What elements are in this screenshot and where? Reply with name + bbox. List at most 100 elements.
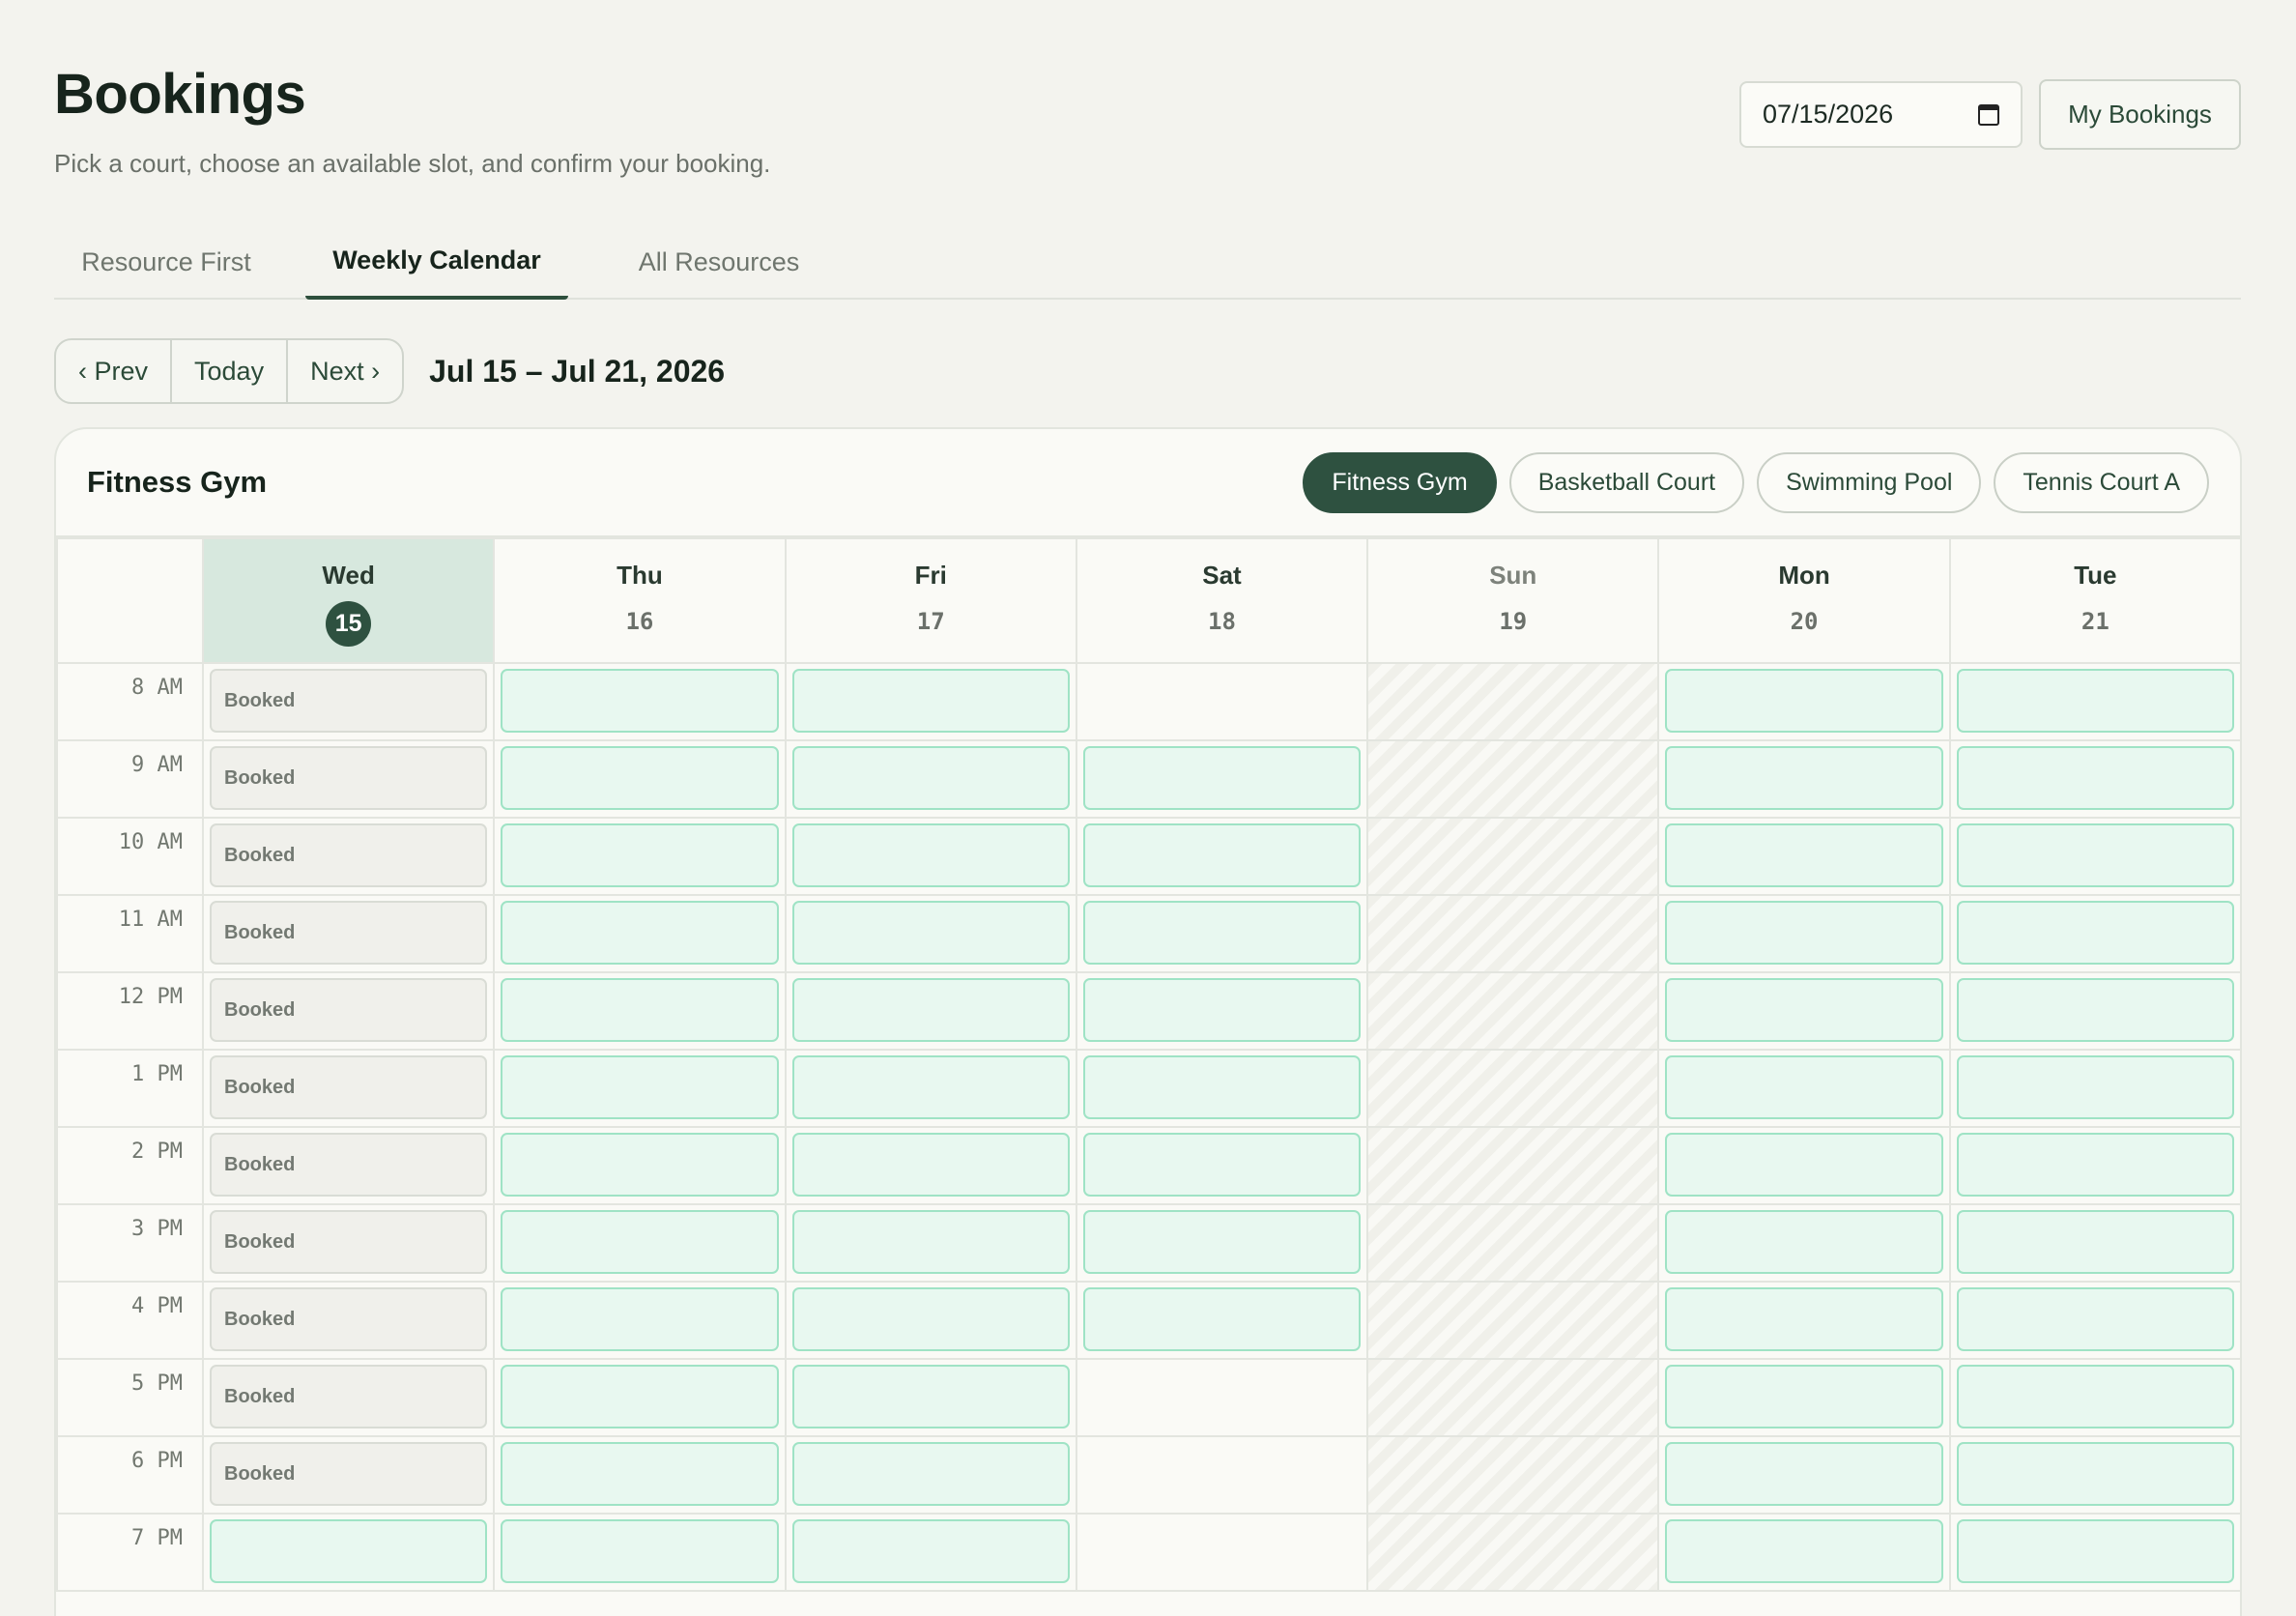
tab-resource-first[interactable]: Resource First (54, 224, 278, 300)
available-slot[interactable] (791, 901, 1070, 965)
slot-cell (784, 817, 1077, 896)
available-slot[interactable] (791, 1442, 1070, 1506)
date-value: 07/15/2026 (1763, 100, 1894, 129)
available-slot[interactable] (1956, 1133, 2234, 1197)
booked-slot: Booked (210, 1442, 488, 1506)
available-slot[interactable] (210, 1519, 488, 1583)
available-slot[interactable] (1956, 978, 2234, 1042)
available-slot[interactable] (1665, 978, 1943, 1042)
available-slot[interactable] (791, 1519, 1070, 1583)
available-slot[interactable] (1665, 746, 1943, 810)
calendar-icon[interactable] (1978, 103, 1999, 126)
available-slot[interactable] (1665, 1133, 1943, 1197)
available-slot[interactable] (1956, 1055, 2234, 1119)
slot-cell (1075, 1435, 1369, 1515)
tab-weekly-calendar[interactable]: Weekly Calendar (305, 224, 568, 300)
available-slot[interactable] (1956, 1210, 2234, 1274)
view-tabs: Resource First Weekly Calendar All Resou… (54, 224, 2241, 300)
available-slot[interactable] (791, 746, 1070, 810)
available-slot[interactable] (501, 1133, 779, 1197)
available-slot[interactable] (1665, 1055, 1943, 1119)
available-slot[interactable] (1956, 746, 2234, 810)
available-slot[interactable] (1665, 1365, 1943, 1428)
day-header-row: Wed 15 Thu 16 Fri 17 Sat 18 Sun 19 Mon 20 Tue 21 (56, 537, 2240, 664)
available-slot[interactable] (501, 1210, 779, 1274)
slot-cell (1075, 1126, 1369, 1205)
available-slot[interactable] (1082, 746, 1362, 810)
available-slot[interactable] (1665, 901, 1943, 965)
slot-cell: Booked (201, 739, 496, 819)
available-slot[interactable] (1082, 1055, 1362, 1119)
slot-cell (784, 1435, 1077, 1515)
available-slot[interactable] (1082, 1287, 1362, 1351)
resource-pill-tennis-court-a[interactable]: Tennis Court A (1994, 451, 2209, 513)
slot-cell (1075, 662, 1369, 741)
available-slot[interactable] (1956, 901, 2234, 965)
available-slot[interactable] (1665, 1442, 1943, 1506)
slot-cell (1657, 894, 1951, 973)
available-slot[interactable] (1082, 978, 1362, 1042)
available-slot[interactable] (1956, 1442, 2234, 1506)
available-slot[interactable] (1665, 823, 1943, 887)
slot-cell (1948, 1435, 2240, 1515)
available-slot[interactable] (791, 1210, 1070, 1274)
available-slot[interactable] (791, 1055, 1070, 1119)
slot-cell (1075, 1049, 1369, 1128)
available-slot[interactable] (791, 1365, 1070, 1428)
time-label: 4 PM (56, 1281, 204, 1360)
today-button[interactable]: Today (172, 340, 289, 402)
slot-cell (1075, 894, 1369, 973)
slot-cell (1075, 817, 1369, 896)
slot-cell (493, 1049, 787, 1128)
available-slot[interactable] (791, 1287, 1070, 1351)
available-slot[interactable] (1665, 1287, 1943, 1351)
prev-week-button[interactable]: ‹ Prev (56, 340, 173, 402)
available-slot[interactable] (1956, 1287, 2234, 1351)
available-slot[interactable] (1956, 669, 2234, 733)
available-slot[interactable] (501, 1365, 779, 1428)
available-slot[interactable] (1665, 1519, 1943, 1583)
available-slot[interactable] (501, 669, 779, 733)
available-slot[interactable] (791, 669, 1070, 733)
available-slot[interactable] (501, 1519, 779, 1583)
available-slot[interactable] (501, 1287, 779, 1351)
available-slot[interactable] (1956, 1519, 2234, 1583)
my-bookings-button[interactable]: My Bookings (2039, 79, 2241, 150)
slot-cell (201, 1513, 496, 1592)
available-slot[interactable] (501, 978, 779, 1042)
available-slot[interactable] (501, 823, 779, 887)
next-week-button[interactable]: Next › (288, 340, 402, 402)
available-slot[interactable] (1956, 823, 2234, 887)
available-slot[interactable] (501, 1055, 779, 1119)
tab-all-resources[interactable]: All Resources (595, 224, 843, 300)
page-subtitle: Pick a court, choose an available slot, … (54, 149, 771, 178)
available-slot[interactable] (501, 901, 779, 965)
available-slot[interactable] (791, 1133, 1070, 1197)
available-slot[interactable] (791, 978, 1070, 1042)
available-slot[interactable] (1082, 1210, 1362, 1274)
slot-cell (493, 1435, 787, 1515)
slot-cell (1075, 1281, 1369, 1360)
slot-cell (1948, 894, 2240, 973)
date-picker-input[interactable]: 07/15/2026 (1739, 81, 2023, 148)
resource-pill-swimming-pool[interactable]: Swimming Pool (1757, 451, 1982, 513)
available-slot[interactable] (1082, 823, 1362, 887)
booked-slot: Booked (210, 1210, 488, 1274)
resource-pill-fitness-gym[interactable]: Fitness Gym (1303, 451, 1497, 513)
available-slot[interactable] (1082, 901, 1362, 965)
available-slot[interactable] (1665, 1210, 1943, 1274)
slot-cell (493, 739, 787, 819)
booked-slot: Booked (210, 669, 488, 733)
available-slot[interactable] (1956, 1365, 2234, 1428)
available-slot[interactable] (1665, 669, 1943, 733)
time-row: 7 PM (56, 1513, 2240, 1592)
resource-pill-basketball-court[interactable]: Basketball Court (1508, 451, 1745, 513)
available-slot[interactable] (1082, 1133, 1362, 1197)
available-slot[interactable] (501, 1442, 779, 1506)
slot-cell (1657, 1358, 1951, 1437)
available-slot[interactable] (791, 823, 1070, 887)
day-name: Sun (1489, 561, 1537, 590)
slot-cell (1948, 662, 2240, 741)
slot-cell (1075, 739, 1369, 819)
available-slot[interactable] (501, 746, 779, 810)
